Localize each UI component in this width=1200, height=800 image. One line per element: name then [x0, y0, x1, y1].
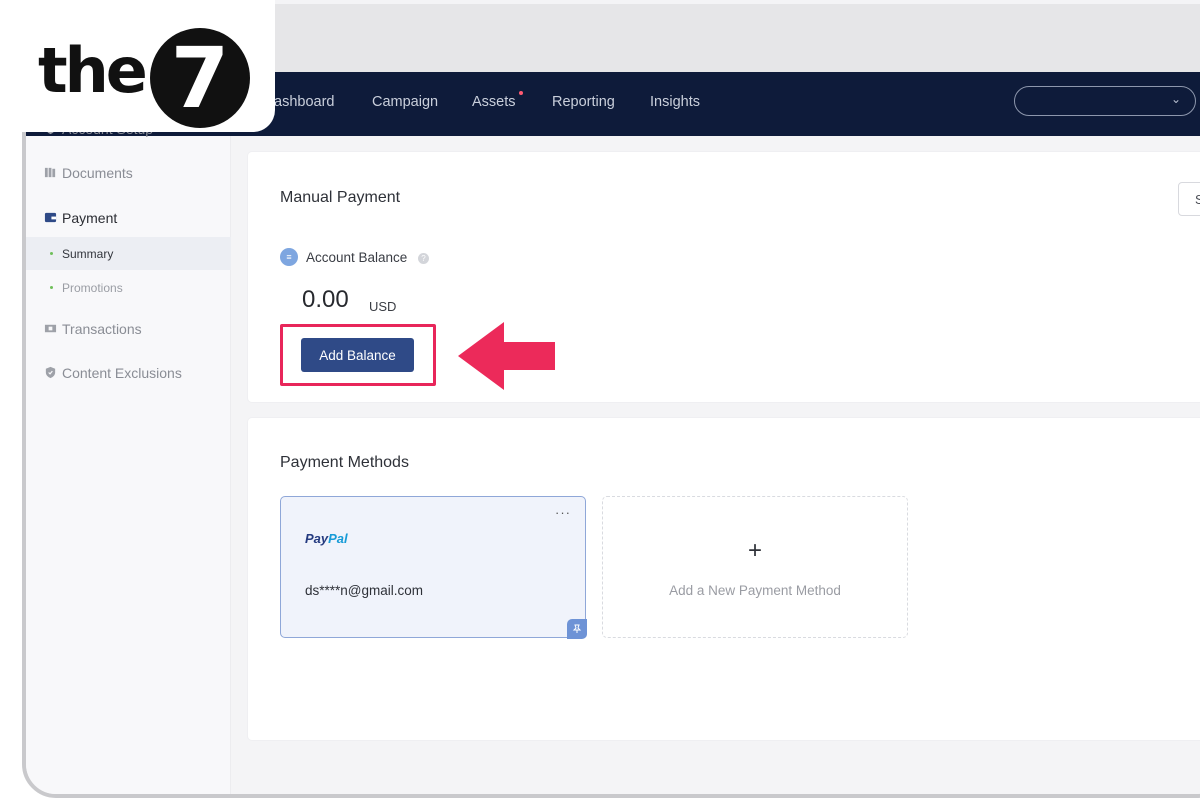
nav-insights[interactable]: Insights: [650, 94, 700, 110]
payment-methods-card: Payment Methods ··· PayPal ds****n@gmail…: [248, 418, 1200, 740]
wallet-icon: [44, 212, 57, 223]
bullet: [50, 286, 53, 289]
sidebar-item-documents[interactable]: Documents: [26, 160, 231, 190]
documents-icon: [44, 167, 56, 178]
account-balance-label: Account Balance: [306, 250, 408, 265]
payment-methods-title: Payment Methods: [280, 454, 409, 471]
nav-dashboard[interactable]: ashboard: [274, 94, 334, 110]
add-payment-method-label: Add a New Payment Method: [669, 583, 841, 598]
transactions-icon: [44, 324, 57, 333]
payment-method-card[interactable]: ··· PayPal ds****n@gmail.com: [280, 496, 587, 639]
manual-payment-title: Manual Payment: [280, 189, 401, 206]
sidebar-item-label: Payment: [62, 210, 118, 226]
sidebar: Account Setup Documents Payment Summary …: [26, 121, 231, 794]
add-payment-method-button[interactable]: + Add a New Payment Method: [602, 496, 908, 638]
logo-mark: 7: [150, 28, 250, 128]
balance-icon: ≡: [280, 248, 298, 266]
paypal-logo-part2: Pal: [328, 531, 348, 546]
sidebar-item-label: Transactions: [62, 321, 142, 337]
settings-button[interactable]: S: [1178, 182, 1200, 216]
sidebar-subitem-promotions[interactable]: Promotions: [26, 271, 231, 304]
pin-icon: [566, 618, 587, 639]
account-select[interactable]: ⌄: [1014, 86, 1196, 116]
more-options-icon[interactable]: ···: [555, 505, 571, 520]
arrow-left-icon: [458, 322, 555, 390]
brand-logo: the 7: [0, 0, 275, 132]
nav-campaign[interactable]: Campaign: [372, 94, 438, 110]
shield-icon: [45, 366, 56, 379]
balance-currency: USD: [369, 299, 397, 314]
sidebar-subitem-label: Promotions: [62, 281, 123, 295]
plus-icon: +: [747, 537, 762, 564]
logo-text: the: [38, 34, 148, 107]
nav-assets[interactable]: Assets: [472, 91, 523, 110]
notification-dot: [518, 91, 523, 95]
sidebar-item-content-exclusions[interactable]: Content Exclusions: [26, 360, 231, 390]
sidebar-subitem-summary[interactable]: Summary: [26, 237, 231, 270]
nav-reporting[interactable]: Reporting: [552, 94, 615, 110]
add-balance-button[interactable]: Add Balance: [301, 338, 414, 372]
paypal-logo-part1: Pay: [305, 531, 329, 546]
sidebar-item-label: Content Exclusions: [62, 365, 182, 381]
payment-method-account: ds****n@gmail.com: [305, 583, 423, 598]
sidebar-item-label: Documents: [62, 165, 133, 181]
sidebar-item-payment[interactable]: Payment: [26, 205, 231, 235]
manual-payment-card: Manual Payment S ≡ Account Balance ? 0.0…: [248, 152, 1200, 402]
nav-assets-label: Assets: [472, 94, 516, 110]
sidebar-item-transactions[interactable]: Transactions: [26, 316, 231, 346]
balance-value: 0.00: [302, 286, 349, 313]
help-icon[interactable]: ?: [418, 253, 429, 264]
paypal-logo: PayPal: [305, 531, 348, 546]
bullet: [50, 252, 53, 255]
sidebar-subitem-label: Summary: [62, 247, 114, 261]
chevron-down-icon: ⌄: [1170, 92, 1181, 106]
